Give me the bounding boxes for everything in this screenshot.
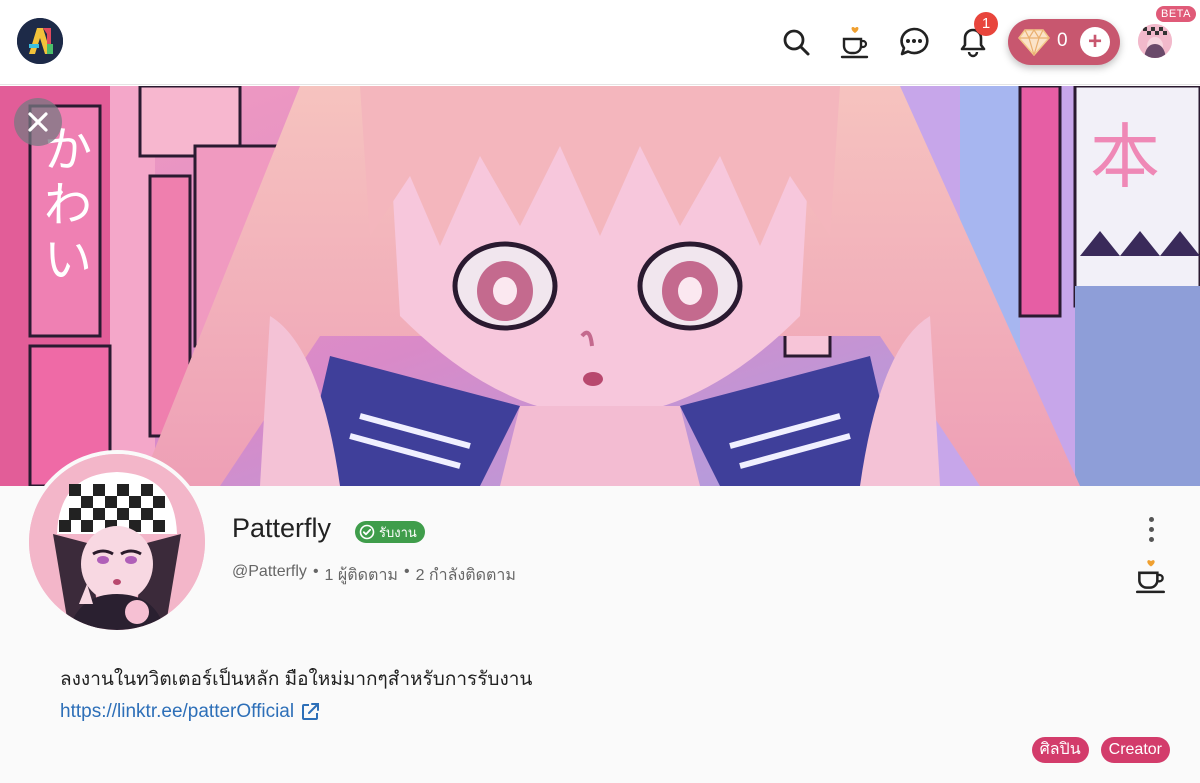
- user-avatar[interactable]: [1138, 24, 1172, 58]
- meta-separator: •: [312, 563, 319, 580]
- more-dot-icon: [1148, 526, 1154, 532]
- coffee-icon: [1135, 560, 1165, 594]
- profile-avatar[interactable]: [25, 450, 209, 634]
- search-icon[interactable]: [778, 22, 814, 62]
- close-button[interactable]: [14, 98, 62, 146]
- profile-link[interactable]: https://linktr.ee/patterOfficial: [60, 701, 320, 723]
- diamond-icon: [1018, 28, 1050, 56]
- add-gems-button[interactable]: +: [1080, 27, 1110, 57]
- external-link-icon: [302, 703, 320, 720]
- tag-creator[interactable]: Creator: [1100, 737, 1170, 763]
- more-dot-icon: [1148, 536, 1154, 542]
- profile-tags: ศิลปิน Creator: [1031, 737, 1170, 763]
- svg-text:わ: わ: [44, 177, 92, 233]
- svg-text:い: い: [44, 232, 92, 288]
- profile-handle: @Patterfly: [232, 563, 307, 580]
- status-badge: รับงาน: [355, 521, 425, 543]
- following-count[interactable]: 2 กำลังติดตาม: [416, 563, 516, 588]
- more-dot-icon: [1148, 516, 1154, 522]
- support-coffee-button[interactable]: [1134, 558, 1168, 594]
- tag-artist[interactable]: ศิลปิน: [1031, 737, 1089, 763]
- profile-meta: @Patterfly • 1 ผู้ติดตาม • 2 กำลังติดตาม: [232, 563, 516, 588]
- cover-image: か わ い 本: [0, 86, 1200, 486]
- coffee-icon[interactable]: [837, 22, 873, 62]
- meta-separator: •: [403, 563, 410, 580]
- check-circle-icon: [359, 524, 375, 540]
- close-icon: [28, 112, 48, 132]
- profile-bio: ลงงานในทวิตเตอร์เป็นหลัก มือใหม่มากๆสำหร…: [60, 669, 533, 690]
- notification-badge: 1: [974, 12, 998, 36]
- beta-badge: BETA: [1156, 6, 1196, 22]
- display-name: Patterfly: [232, 513, 332, 543]
- top-bar: 1 0 + BETA: [0, 0, 1200, 85]
- more-options-button[interactable]: [1136, 512, 1166, 546]
- profile-link-text[interactable]: https://linktr.ee/patterOfficial: [60, 701, 294, 723]
- chat-icon[interactable]: [896, 22, 932, 62]
- followers-count[interactable]: 1 ผู้ติดตาม: [325, 563, 398, 588]
- status-badge-label: รับงาน: [379, 524, 417, 540]
- svg-text:本: 本: [1090, 116, 1160, 198]
- app-logo[interactable]: [17, 18, 63, 64]
- gem-count: 0: [1057, 30, 1068, 51]
